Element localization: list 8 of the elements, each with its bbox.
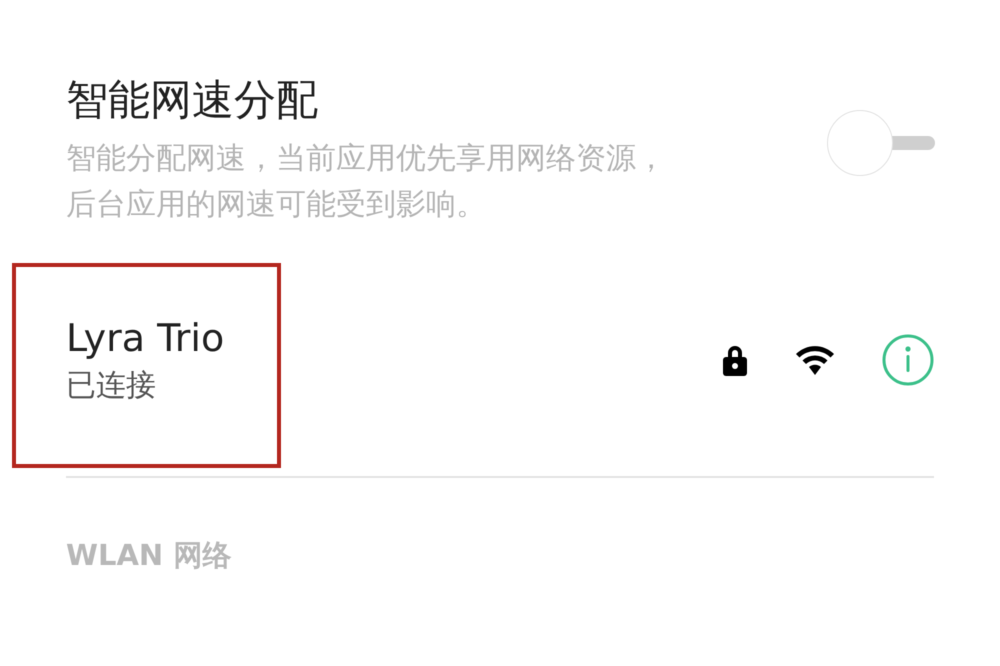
info-icon[interactable] <box>882 334 934 386</box>
setting-description: 智能分配网速，当前应用优先享用网络资源，后台应用的网速可能受到影响。 <box>66 140 667 224</box>
section-header: WLAN 网络 <box>66 537 232 574</box>
setting-title: 智能网速分配 <box>66 74 319 126</box>
wifi-icon <box>794 344 836 376</box>
toggle-switch[interactable] <box>827 110 935 176</box>
network-name: Lyra Trio <box>66 315 224 362</box>
connection-status: 已连接 <box>66 367 157 405</box>
